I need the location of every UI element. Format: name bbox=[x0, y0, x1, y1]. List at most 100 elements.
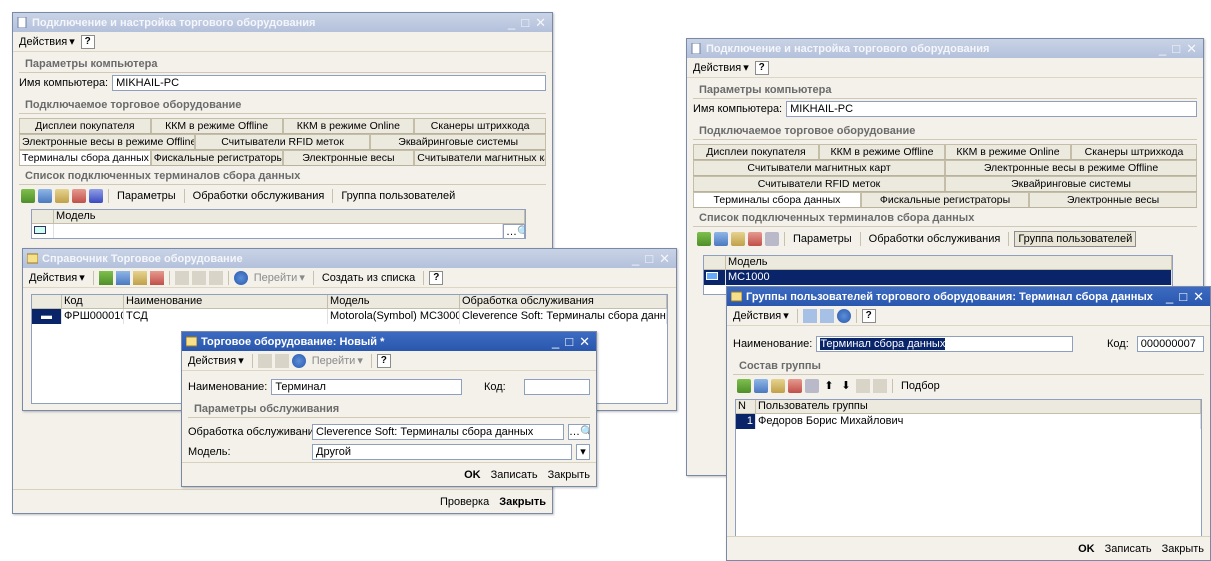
actions-menu[interactable]: Действия ▾ bbox=[26, 270, 88, 285]
goto-menu[interactable]: Перейти ▾ bbox=[309, 353, 366, 368]
select-button[interactable]: …🔍 bbox=[503, 224, 525, 238]
help-button[interactable]: ? bbox=[754, 60, 769, 75]
close-icon[interactable]: ✕ bbox=[535, 15, 546, 31]
column-model[interactable]: Модель bbox=[726, 256, 1172, 269]
edit-icon[interactable] bbox=[55, 189, 69, 203]
close-icon[interactable]: ✕ bbox=[1193, 289, 1204, 305]
save-button[interactable]: Записать bbox=[491, 469, 538, 481]
save-button[interactable]: Записать bbox=[1105, 543, 1152, 555]
close-button[interactable]: Закрыть bbox=[548, 469, 590, 481]
tab-data-terminals[interactable]: Терминалы сбора данных bbox=[19, 150, 151, 165]
terminal-grid[interactable]: Модель …🔍 bbox=[31, 209, 526, 239]
maximize-icon[interactable]: □ bbox=[645, 251, 653, 267]
sort-desc-icon[interactable] bbox=[873, 379, 887, 393]
edit-icon[interactable] bbox=[132, 270, 147, 285]
tree-icon[interactable] bbox=[191, 270, 206, 285]
copy-icon[interactable] bbox=[115, 270, 130, 285]
parameters-button[interactable]: Параметры bbox=[790, 232, 855, 246]
chevron-down-icon[interactable]: ▾ bbox=[576, 444, 590, 460]
table-row[interactable]: MC1000 bbox=[704, 270, 1172, 285]
close-icon[interactable]: ✕ bbox=[579, 334, 590, 350]
window-titlebar[interactable]: Подключение и настройка торгового оборуд… bbox=[13, 13, 552, 32]
maximize-icon[interactable]: □ bbox=[521, 15, 529, 31]
column-service-processing[interactable]: Обработка обслуживания bbox=[460, 295, 667, 308]
goto-icon[interactable] bbox=[802, 308, 817, 323]
refresh-icon[interactable] bbox=[291, 353, 306, 368]
delete-icon[interactable] bbox=[72, 189, 86, 203]
name-field[interactable]: Терминал bbox=[271, 379, 462, 395]
code-field[interactable]: 000000007 bbox=[1136, 336, 1204, 352]
tab-electronic-scales[interactable]: Электронные весы bbox=[282, 150, 415, 165]
arrow-up-icon[interactable]: ⬆ bbox=[822, 379, 836, 393]
edit-icon[interactable] bbox=[731, 232, 745, 246]
service-processing-button[interactable]: Обработки обслуживания bbox=[866, 232, 1004, 246]
tab-data-terminals[interactable]: Терминалы сбора данных bbox=[693, 192, 861, 207]
parameters-button[interactable]: Параметры bbox=[114, 189, 179, 203]
delete-icon[interactable] bbox=[788, 379, 802, 393]
service-processing-field[interactable]: Cleverence Soft: Терминалы сбора данных bbox=[312, 424, 564, 440]
create-from-list-button[interactable]: Создать из списка bbox=[319, 271, 418, 285]
model-select[interactable]: Другой bbox=[312, 444, 572, 460]
close-icon[interactable]: ✕ bbox=[1186, 41, 1197, 57]
structure-icon[interactable] bbox=[819, 308, 834, 323]
tab-barcode-scanners[interactable]: Сканеры штрихкода bbox=[414, 118, 546, 133]
maximize-icon[interactable]: □ bbox=[1172, 41, 1180, 57]
tab-rfid-readers[interactable]: Считыватели RFID меток bbox=[194, 134, 371, 149]
add-icon[interactable] bbox=[697, 232, 711, 246]
column-model[interactable]: Модель bbox=[328, 295, 460, 308]
name-field[interactable]: Терминал сбора данных bbox=[816, 336, 1074, 352]
refresh-icon[interactable] bbox=[836, 308, 851, 323]
close-button[interactable]: Закрыть bbox=[1162, 543, 1204, 555]
table-row[interactable]: ▬ ФРШ000010 ТСД Motorola(Symbol) MC3000 … bbox=[32, 309, 667, 324]
delete-icon[interactable] bbox=[748, 232, 762, 246]
group-grid[interactable]: N Пользователь группы 1 Федоров Борис Ми… bbox=[735, 399, 1202, 549]
tab-barcode-scanners[interactable]: Сканеры штрихкода bbox=[1071, 144, 1197, 159]
tab-fiscal-registers[interactable]: Фискальные регистраторы bbox=[150, 150, 283, 165]
column-name[interactable]: Наименование bbox=[124, 295, 328, 308]
tab-kkm-offline[interactable]: ККМ в режиме Offline bbox=[150, 118, 283, 133]
window-titlebar[interactable]: Торговое оборудование: Новый * _ □ ✕ bbox=[182, 332, 596, 351]
add-icon[interactable] bbox=[98, 270, 113, 285]
table-row[interactable]: 1 Федоров Борис Михайлович bbox=[736, 414, 1201, 429]
save-icon[interactable] bbox=[805, 379, 819, 393]
hierarchy-icon[interactable] bbox=[174, 270, 189, 285]
column-model[interactable]: Модель bbox=[54, 210, 525, 223]
help-button[interactable]: ? bbox=[80, 34, 95, 49]
edit-icon[interactable] bbox=[771, 379, 785, 393]
tab-customer-displays[interactable]: Дисплеи покупателя bbox=[693, 144, 819, 159]
maximize-icon[interactable]: □ bbox=[565, 334, 573, 350]
user-group-button[interactable]: Группа пользователей bbox=[338, 189, 458, 203]
structure-icon[interactable] bbox=[274, 353, 289, 368]
window-titlebar[interactable]: Группы пользователей торгового оборудова… bbox=[727, 287, 1210, 306]
tab-kkm-offline[interactable]: ККМ в режиме Offline bbox=[819, 144, 945, 159]
actions-menu[interactable]: Действия ▾ bbox=[16, 34, 78, 49]
actions-menu[interactable]: Действия ▾ bbox=[185, 353, 247, 368]
column-n[interactable]: N bbox=[736, 400, 756, 413]
close-icon[interactable]: ✕ bbox=[659, 251, 670, 267]
tab-acquiring[interactable]: Эквайринговые системы bbox=[370, 134, 547, 149]
tab-scales-offline[interactable]: Электронные весы в режиме Offline bbox=[945, 160, 1197, 175]
copy-icon[interactable] bbox=[38, 189, 52, 203]
tab-electronic-scales[interactable]: Электронные весы bbox=[1029, 192, 1197, 207]
code-field[interactable] bbox=[524, 379, 591, 395]
minimize-icon[interactable]: _ bbox=[552, 334, 559, 350]
window-titlebar[interactable]: Справочник Торговое оборудование _ □ ✕ bbox=[23, 249, 676, 268]
tab-kkm-online[interactable]: ККМ в режиме Online bbox=[945, 144, 1071, 159]
tab-magnetic-readers[interactable]: Считыватели магнитных карт bbox=[414, 150, 546, 165]
select-button[interactable]: …🔍 bbox=[568, 424, 590, 440]
column-code[interactable]: Код bbox=[62, 295, 124, 308]
goto-menu[interactable]: Перейти ▾ bbox=[251, 270, 308, 285]
ok-button[interactable]: OK bbox=[464, 469, 481, 481]
help-button[interactable]: ? bbox=[861, 308, 876, 323]
minimize-icon[interactable]: _ bbox=[1159, 41, 1166, 57]
minimize-icon[interactable]: _ bbox=[508, 15, 515, 31]
column-user[interactable]: Пользователь группы bbox=[756, 400, 1201, 413]
add-icon[interactable] bbox=[21, 189, 35, 203]
tab-customer-displays[interactable]: Дисплеи покупателя bbox=[19, 118, 151, 133]
add-icon[interactable] bbox=[737, 379, 751, 393]
select-users-button[interactable]: Подбор bbox=[898, 379, 943, 393]
help-button[interactable]: ? bbox=[376, 353, 391, 368]
save-icon[interactable] bbox=[765, 232, 779, 246]
computer-name-field[interactable]: MIKHAIL-PC bbox=[786, 101, 1197, 117]
save-icon[interactable] bbox=[89, 189, 103, 203]
